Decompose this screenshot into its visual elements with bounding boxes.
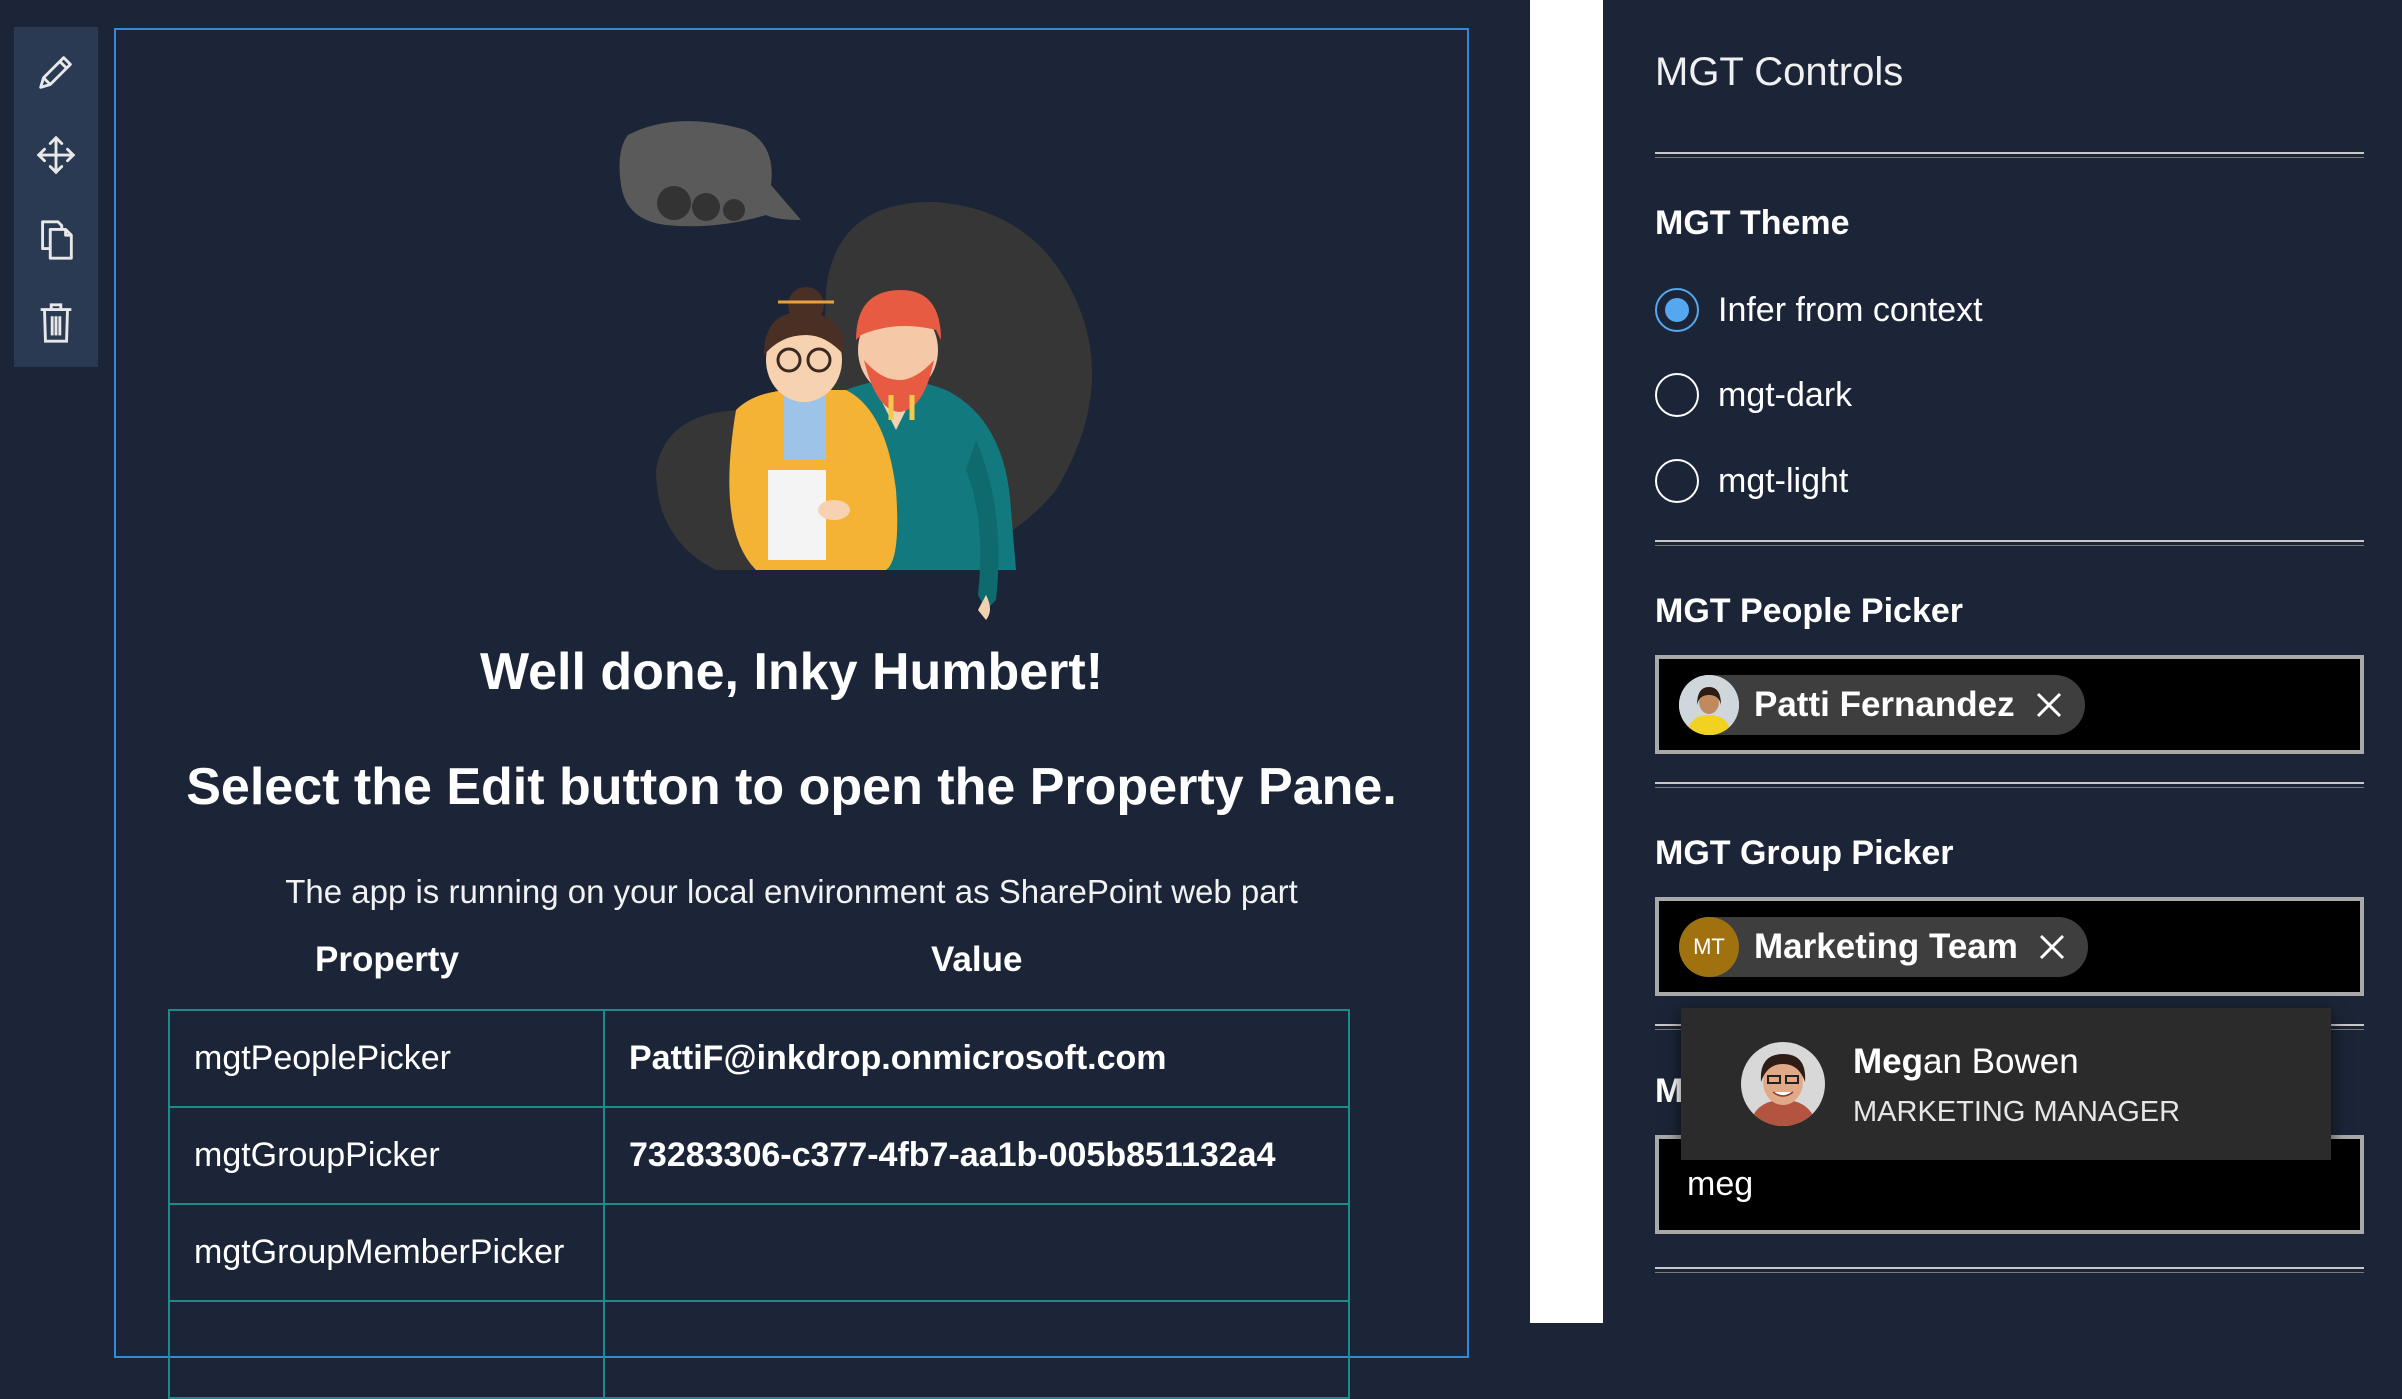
- value-cell: 73283306-c377-4fb7-aa1b-005b851132a4: [603, 1106, 1350, 1205]
- webpart-toolbar: [14, 27, 98, 367]
- remove-group-button[interactable]: [2030, 925, 2074, 969]
- property-table: mgtPeoplePicker PattiF@inkdrop.onmicroso…: [168, 1009, 1350, 1399]
- person-suggestion-item[interactable]: Megan Bowen MARKETING MANAGER: [1681, 1008, 2331, 1160]
- divider: [1655, 540, 2364, 546]
- theme-option-light[interactable]: mgt-light: [1655, 455, 1848, 507]
- remove-person-button[interactable]: [2027, 683, 2071, 727]
- move-button[interactable]: [26, 125, 86, 185]
- edit-button[interactable]: [26, 42, 86, 102]
- selected-group-chip: MT Marketing Team: [1679, 917, 2088, 977]
- selected-person-name: Patti Fernandez: [1754, 685, 2015, 724]
- radio-button[interactable]: [1655, 373, 1699, 417]
- theme-option-label: Infer from context: [1718, 290, 1983, 329]
- webpart-container[interactable]: Well done, Inky Humbert! Select the Edit…: [114, 28, 1469, 1399]
- radio-button-checked[interactable]: [1655, 288, 1699, 332]
- group-picker-input[interactable]: MT Marketing Team: [1655, 897, 2364, 996]
- group-picker-label: MGT Group Picker: [1655, 834, 1954, 872]
- divider: [1655, 782, 2364, 788]
- suggestion-name-rest: an Bowen: [1923, 1042, 2079, 1081]
- theme-option-dark[interactable]: mgt-dark: [1655, 369, 1852, 421]
- value-cell: [603, 1300, 1350, 1399]
- property-cell: mgtGroupMemberPicker: [168, 1203, 605, 1302]
- theme-option-label: mgt-light: [1718, 461, 1849, 500]
- theme-option-label: mgt-dark: [1718, 375, 1853, 414]
- instruction-heading: Select the Edit button to open the Prope…: [186, 758, 1397, 816]
- property-cell: mgtPeoplePicker: [168, 1009, 605, 1108]
- table-row: mgtPeoplePicker PattiF@inkdrop.onmicroso…: [168, 1009, 1350, 1108]
- property-pane: MGT Controls MGT Theme Infer from contex…: [1603, 0, 2402, 1323]
- delete-button[interactable]: [26, 292, 86, 352]
- pencil-icon: [39, 56, 72, 89]
- pane-title: MGT Controls: [1655, 50, 1904, 94]
- theme-option-infer[interactable]: Infer from context: [1655, 284, 1983, 336]
- environment-text: The app is running on your local environ…: [285, 873, 1298, 910]
- table-row: mgtGroupPicker 73283306-c377-4fb7-aa1b-0…: [168, 1106, 1350, 1205]
- group-avatar: MT: [1679, 917, 1739, 977]
- group-member-picker-label: M: [1655, 1072, 1684, 1110]
- selected-person-chip: Patti Fernandez: [1679, 675, 2085, 735]
- property-column-header: Property: [315, 940, 459, 979]
- people-picker-input[interactable]: Patti Fernandez: [1655, 655, 2364, 754]
- move-icon: [36, 135, 76, 175]
- suggestion-name-match: Meg: [1853, 1042, 1923, 1081]
- theme-label: MGT Theme: [1655, 204, 1850, 242]
- table-row: [168, 1300, 1350, 1399]
- property-cell: [168, 1300, 605, 1399]
- value-cell: PattiF@inkdrop.onmicrosoft.com: [603, 1009, 1350, 1108]
- group-initials: MT: [1693, 934, 1725, 959]
- close-icon: [2039, 934, 2064, 960]
- suggestion-job-title: MARKETING MANAGER: [1853, 1096, 2181, 1128]
- copy-icon: [41, 220, 73, 260]
- duplicate-button[interactable]: [26, 209, 86, 269]
- avatar: [1741, 1042, 1825, 1126]
- trash-icon: [40, 303, 72, 343]
- divider: [1655, 152, 2364, 158]
- people-picker-label: MGT People Picker: [1655, 592, 1963, 630]
- suggestion-name: Megan Bowen: [1853, 1042, 2079, 1082]
- avatar: [1679, 675, 1739, 735]
- greeting-heading: Well done, Inky Humbert!: [479, 643, 1104, 701]
- property-cell: mgtGroupPicker: [168, 1106, 605, 1205]
- radio-button[interactable]: [1655, 459, 1699, 503]
- welcome-illustration: [619, 121, 1092, 620]
- canvas-gutter: [1530, 0, 1603, 1323]
- value-column-header: Value: [931, 940, 1023, 979]
- selected-group-name: Marketing Team: [1754, 927, 2018, 966]
- table-row: mgtGroupMemberPicker: [168, 1203, 1350, 1302]
- divider: [1655, 1267, 2364, 1273]
- close-icon: [2036, 692, 2061, 718]
- value-cell: [603, 1203, 1350, 1302]
